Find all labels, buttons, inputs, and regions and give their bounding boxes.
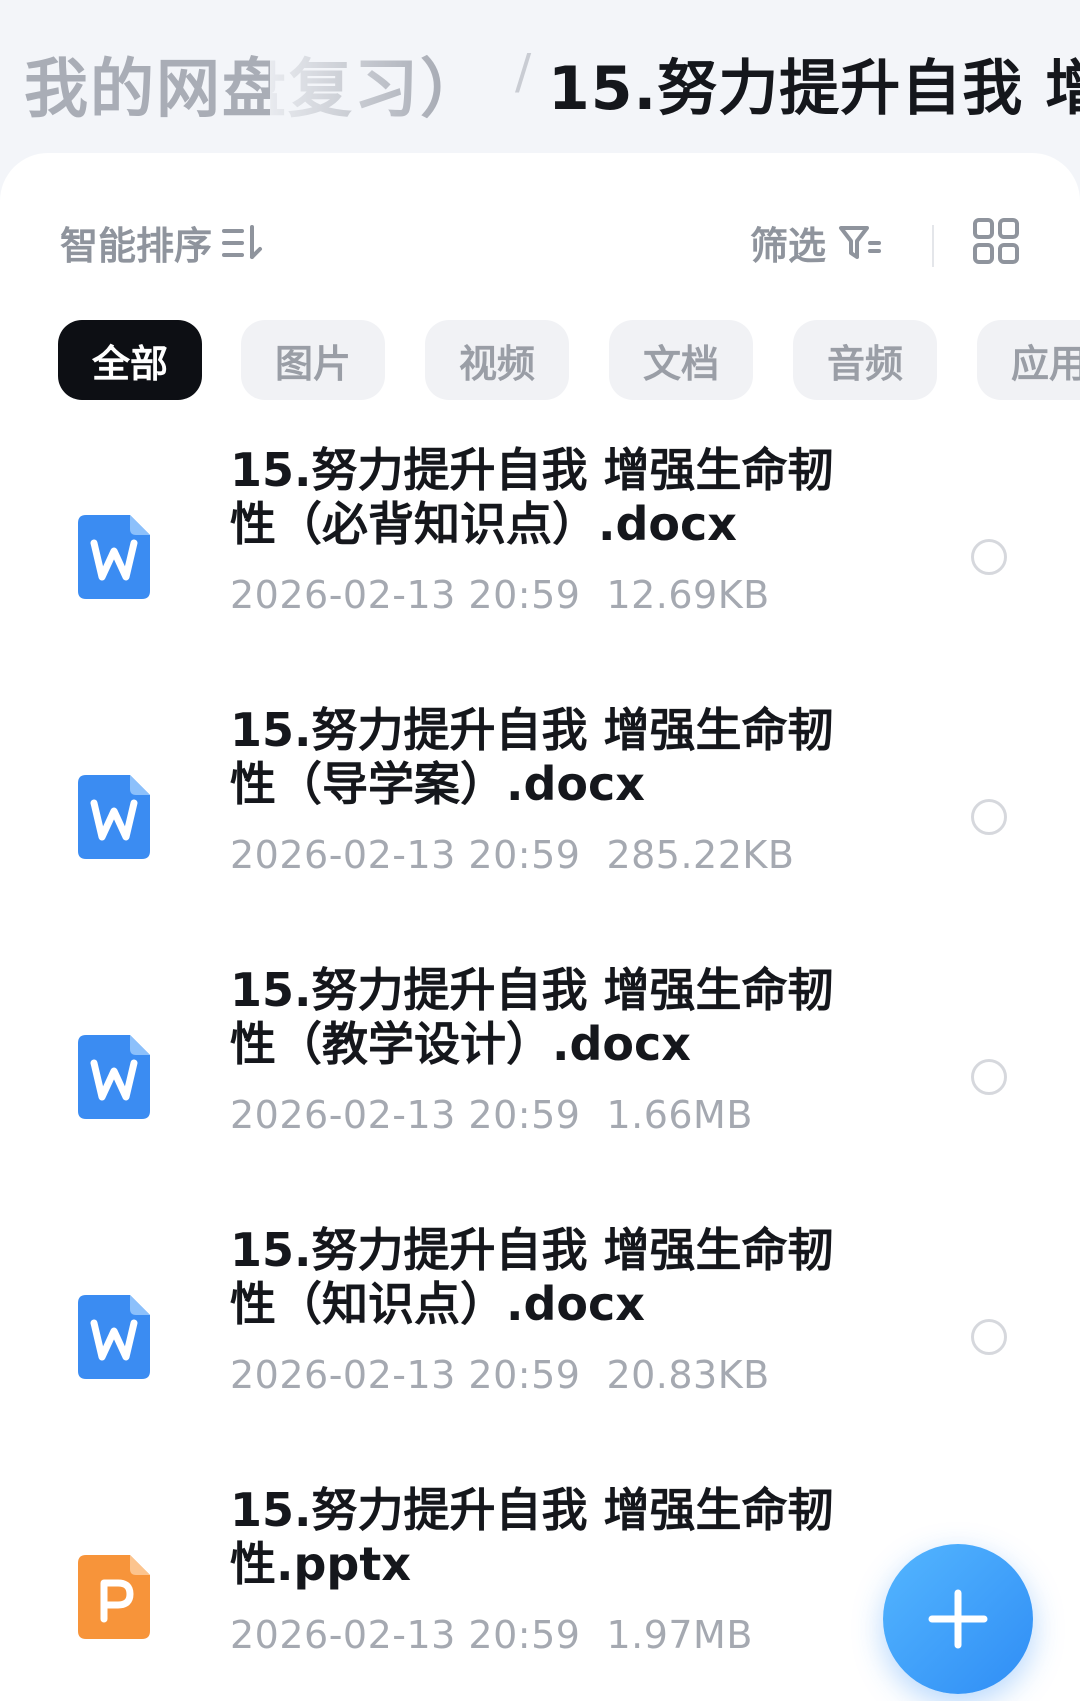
breadcrumb-separator: /: [515, 44, 532, 100]
tab-images[interactable]: 图片: [241, 320, 385, 400]
file-date: 2026-02-13 20:59: [230, 1613, 581, 1657]
file-date: 2026-02-13 20:59: [230, 1093, 581, 1137]
file-size: 1.97MB: [606, 1613, 753, 1657]
file-date: 2026-02-13 20:59: [230, 1353, 581, 1397]
select-checkbox[interactable]: [971, 539, 1007, 575]
file-name: 15.努力提升自我 增强生命韧性（知识点）.docx: [230, 1223, 834, 1331]
file-date: 2026-02-13 20:59: [230, 573, 581, 617]
file-meta: 2026-02-13 20:59 285.22KB: [230, 833, 794, 877]
word-doc-icon: [78, 515, 150, 599]
word-doc-icon: [78, 1295, 150, 1379]
file-size: 285.22KB: [606, 833, 795, 877]
file-panel: 智能排序 筛选 全部 图片 视频 文档 音频 应用 15.努力提升自我 增强生命…: [0, 153, 1080, 1701]
tab-videos[interactable]: 视频: [425, 320, 569, 400]
toolbar-divider: [932, 225, 934, 267]
file-meta: 2026-02-13 20:59 1.66MB: [230, 1093, 753, 1137]
file-size: 20.83KB: [606, 1353, 770, 1397]
toolbar: 智能排序 筛选: [0, 215, 1080, 275]
select-checkbox[interactable]: [971, 1059, 1007, 1095]
file-name: 15.努力提升自我 增强生命韧性（必背知识点）.docx: [230, 443, 834, 551]
filter-button[interactable]: 筛选: [750, 215, 882, 270]
tab-documents[interactable]: 文档: [609, 320, 753, 400]
tab-apps[interactable]: 应用: [977, 320, 1080, 400]
breadcrumb-fade: [270, 30, 440, 130]
file-row[interactable]: 15.努力提升自我 增强生命韧性（知识点）.docx 2026-02-13 20…: [0, 1223, 1080, 1423]
ppt-doc-icon: [78, 1555, 150, 1639]
filter-label: 筛选: [750, 224, 827, 268]
breadcrumb: 我的网盘复习） / 15.努力提升自我 增强生命韧性: [0, 0, 1080, 160]
word-doc-icon: [78, 775, 150, 859]
file-name: 15.努力提升自我 增强生命韧性（导学案）.docx: [230, 703, 834, 811]
word-doc-icon: [78, 1035, 150, 1119]
sort-label: 智能排序: [60, 224, 213, 268]
file-browser-screen: 我的网盘复习） / 15.努力提升自我 增强生命韧性 智能排序: [0, 0, 1080, 1701]
select-checkbox[interactable]: [971, 799, 1007, 835]
file-row[interactable]: 15.努力提升自我 增强生命韧性（必背知识点）.docx 2026-02-13 …: [0, 443, 1080, 643]
file-meta: 2026-02-13 20:59 20.83KB: [230, 1353, 770, 1397]
file-name: 15.努力提升自我 增强生命韧性.pptx: [230, 1483, 834, 1591]
grid-view-icon[interactable]: [972, 217, 1020, 265]
tab-all[interactable]: 全部: [58, 320, 202, 400]
tab-audio[interactable]: 音频: [793, 320, 937, 400]
filter-icon: [839, 225, 882, 259]
file-size: 12.69KB: [606, 573, 770, 617]
file-meta: 2026-02-13 20:59 1.97MB: [230, 1613, 753, 1657]
file-meta: 2026-02-13 20:59 12.69KB: [230, 573, 770, 617]
plus-icon: [928, 1589, 988, 1649]
sort-button[interactable]: 智能排序: [60, 215, 264, 270]
file-row[interactable]: 15.努力提升自我 增强生命韧性（教学设计）.docx 2026-02-13 2…: [0, 963, 1080, 1163]
add-button[interactable]: [883, 1544, 1033, 1694]
sort-icon: [222, 224, 263, 259]
file-row[interactable]: 15.努力提升自我 增强生命韧性（导学案）.docx 2026-02-13 20…: [0, 703, 1080, 903]
file-date: 2026-02-13 20:59: [230, 833, 581, 877]
select-checkbox[interactable]: [971, 1319, 1007, 1355]
file-size: 1.66MB: [606, 1093, 753, 1137]
category-tabs: 全部 图片 视频 文档 音频 应用: [0, 320, 1080, 400]
breadcrumb-current-folder[interactable]: 15.努力提升自我 增强生命韧性: [548, 40, 1080, 127]
file-name: 15.努力提升自我 增强生命韧性（教学设计）.docx: [230, 963, 834, 1071]
